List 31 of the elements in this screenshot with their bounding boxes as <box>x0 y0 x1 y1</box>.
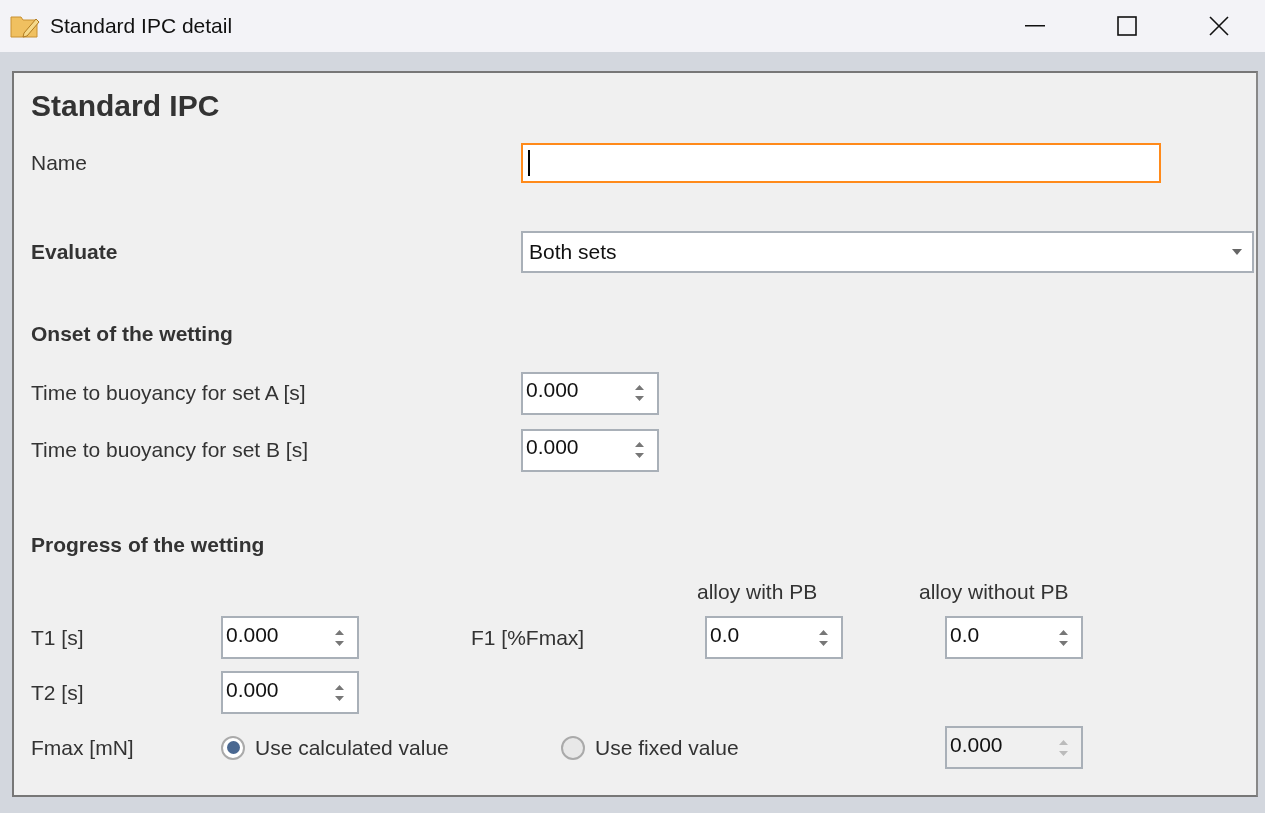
field-label: Time to buoyancy for set A [s] <box>31 381 307 405</box>
spin-field[interactable]: 0.000 <box>221 616 359 659</box>
close-icon <box>1209 16 1229 36</box>
window-title: Standard IPC detail <box>50 14 234 38</box>
radio-option[interactable]: Use fixed value <box>561 735 739 760</box>
maximize-icon <box>1117 16 1137 36</box>
folder-pencil-icon <box>10 13 40 39</box>
radio-option[interactable]: Use calculated value <box>221 735 449 760</box>
dropdown-caret-icon <box>1232 249 1242 255</box>
spin-field[interactable]: 0.000 <box>521 428 659 472</box>
section-heading: Onset of the wetting <box>31 322 233 346</box>
field-label: Time to buoyancy for set B [s] <box>31 438 309 462</box>
spin-field[interactable]: 0.000 <box>221 671 359 714</box>
spin-field[interactable]: 0.0 <box>945 616 1083 659</box>
section-heading: Progress of the wetting <box>31 533 265 557</box>
field-label: T1 [s] <box>31 625 84 650</box>
field-label: Name <box>31 151 89 175</box>
spin-field[interactable]: 0.0 <box>705 616 843 659</box>
field-label: F1 [%Fmax] <box>471 625 585 650</box>
evaluate-dropdown[interactable]: Both sets <box>521 231 1254 273</box>
spin-arrows-icon <box>634 382 645 404</box>
column-header: alloy with PB <box>697 580 818 604</box>
field-label: T2 [s] <box>31 680 84 705</box>
minimize-icon <box>1025 25 1045 27</box>
field-label: Fmax [mN] <box>31 735 134 760</box>
name-input-field[interactable] <box>521 143 1161 183</box>
column-header: alloy without PB <box>919 580 1069 604</box>
field-label: Evaluate <box>31 240 119 264</box>
spin-field[interactable]: 0.000 <box>521 371 659 415</box>
spin-arrows-icon <box>634 439 645 461</box>
form-heading: Standard IPC <box>31 89 221 124</box>
